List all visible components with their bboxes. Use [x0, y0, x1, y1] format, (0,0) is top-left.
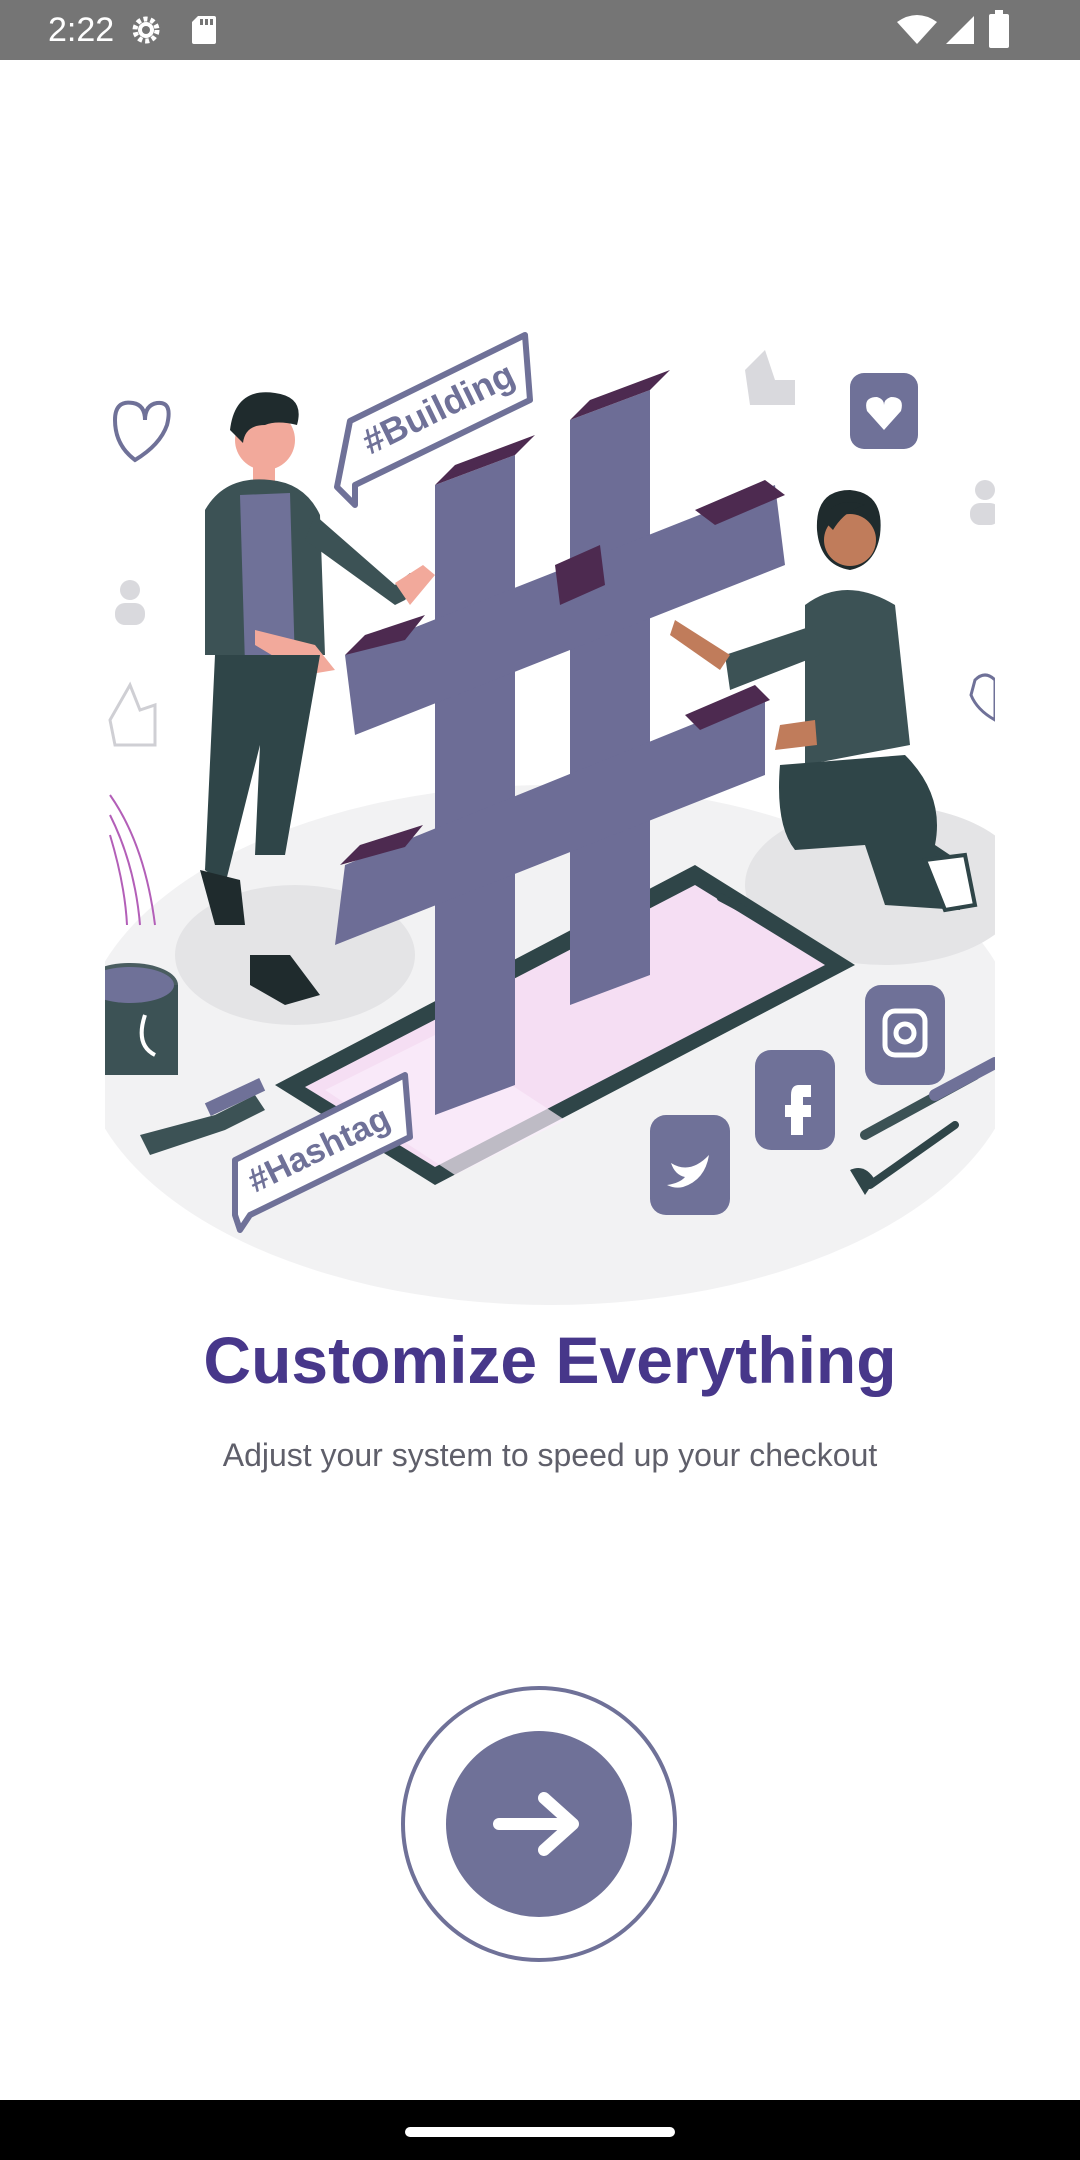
instagram-icon: [865, 985, 945, 1085]
onboarding-subtitle: Adjust your system to speed up your chec…: [222, 1437, 878, 1473]
next-button[interactable]: [446, 1731, 632, 1917]
arrow-right-icon: [493, 1792, 579, 1856]
sd-card-icon: [190, 14, 218, 51]
wifi-icon: [896, 14, 938, 51]
home-gesture-pill[interactable]: [405, 2127, 675, 2137]
status-bar: 2:22: [0, 0, 1080, 60]
battery-icon: [988, 10, 1010, 53]
onboarding-title: Customize Everything: [203, 1323, 897, 1397]
status-time: 2:22: [48, 11, 115, 49]
signal-icon: [944, 14, 976, 51]
onboarding-illustration: #Building #Hashtag: [105, 325, 995, 1305]
settings-icon: [128, 12, 164, 53]
facebook-icon: [755, 1050, 835, 1150]
twitter-icon: [650, 1115, 730, 1215]
